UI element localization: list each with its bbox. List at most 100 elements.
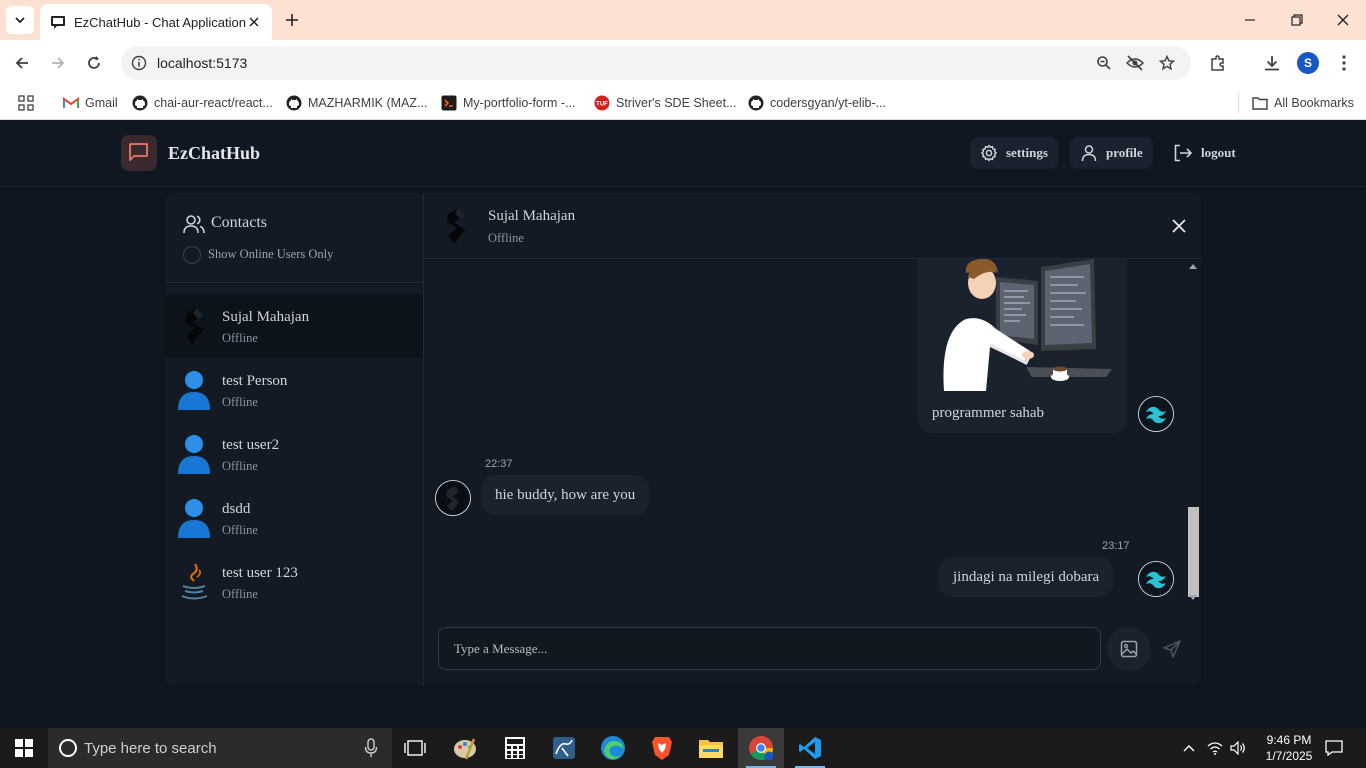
bookmark-striver-sheet[interactable]: TUF Striver's SDE Sheet... — [594, 93, 736, 113]
all-bookmarks-label: All Bookmarks — [1274, 96, 1354, 110]
chat-area: Sujal Mahajan Offline programmer sahab 2… — [424, 193, 1201, 685]
downloads-button[interactable] — [1261, 52, 1283, 74]
contact-item-test-user2[interactable]: test user2 Offline — [165, 422, 423, 486]
windows-taskbar: Type here to search 9:46 PM 1/7/2025 — [0, 728, 1366, 768]
bookmark-label: Striver's SDE Sheet... — [616, 96, 737, 110]
arrow-right-icon — [52, 57, 65, 69]
my-avatar — [1138, 396, 1174, 432]
taskbar-search[interactable]: Type here to search — [48, 728, 392, 768]
forward-button[interactable] — [46, 51, 70, 75]
taskbar-app-calculator[interactable] — [492, 728, 538, 768]
plus-icon — [286, 14, 298, 26]
bookmark-mazharmik[interactable]: MAZHARMIK (MAZ... — [286, 93, 427, 113]
info-icon[interactable] — [131, 55, 147, 71]
wifi-icon — [1207, 742, 1223, 755]
edge-browser-icon — [601, 736, 625, 760]
notifications-button[interactable] — [1320, 728, 1348, 768]
minimize-icon — [1245, 19, 1255, 21]
extensions-button[interactable] — [1207, 52, 1229, 74]
contact-item-test-user-123[interactable]: test user 123 Offline — [165, 550, 423, 614]
start-button[interactable] — [0, 728, 48, 768]
browser-tab[interactable]: EzChatHub - Chat Application — [40, 4, 272, 40]
settings-button[interactable]: settings — [970, 137, 1058, 169]
my-avatar — [1138, 561, 1174, 597]
contact-item-sujal-mahajan[interactable]: Sujal Mahajan Offline — [165, 294, 423, 358]
browser-menu-button[interactable] — [1333, 52, 1355, 74]
network-button[interactable] — [1204, 728, 1226, 768]
show-hidden-icons-button[interactable] — [1178, 728, 1200, 768]
clock-time: 9:46 PM — [1266, 733, 1312, 747]
volume-button[interactable] — [1227, 728, 1249, 768]
bookmark-portfolio-form[interactable]: My-portfolio-form -... — [441, 93, 576, 113]
bookmarks-bar: Gmail chai-aur-react/react... MAZHARMIK … — [0, 86, 1366, 120]
window-close-button[interactable] — [1333, 10, 1353, 30]
contacts-sidebar: Contacts Show Online Users Only Sujal Ma… — [165, 193, 424, 685]
taskbar-app-file-explorer[interactable] — [688, 728, 734, 768]
close-icon — [1337, 14, 1349, 26]
contact-item-test-person[interactable]: test Person Offline — [165, 358, 423, 422]
minimize-button[interactable] — [1240, 10, 1260, 30]
app-brand[interactable]: EzChatHub — [168, 143, 260, 164]
contact-item-dsdd[interactable]: dsdd Offline — [165, 486, 423, 550]
taskbar-app-mysql-workbench[interactable] — [541, 728, 587, 768]
programmer-illustration[interactable] — [926, 259, 1112, 391]
close-chat-button[interactable] — [1168, 215, 1190, 237]
message-composer — [424, 613, 1201, 685]
contact-status: Offline — [222, 395, 258, 409]
profile-button[interactable]: profile — [1070, 137, 1153, 169]
restore-button[interactable] — [1287, 10, 1307, 30]
taskbar-app-chrome[interactable] — [738, 728, 784, 768]
replit-icon — [441, 95, 457, 111]
send-button[interactable] — [1157, 627, 1187, 671]
default-user-avatar — [178, 371, 210, 410]
eye-off-icon — [1126, 55, 1144, 71]
taskbar-app-edge[interactable] — [590, 728, 636, 768]
message-input[interactable] — [438, 627, 1101, 670]
message-list[interactable]: programmer sahab 22:37 hie buddy, how ar… — [424, 259, 1201, 605]
taskbar-app-vscode[interactable] — [787, 728, 833, 768]
contact-status: Offline — [222, 523, 258, 537]
new-tab-button[interactable] — [282, 10, 302, 30]
system-clock[interactable]: 9:46 PM 1/7/2025 — [1258, 732, 1320, 764]
bookmark-label: codersgyan/yt-elib-... — [770, 96, 887, 110]
tracking-protection-button[interactable] — [1126, 54, 1144, 72]
bookmark-label: Gmail — [85, 96, 118, 110]
online-only-checkbox[interactable] — [183, 246, 201, 264]
address-bar[interactable]: localhost:5173 — [121, 46, 1191, 80]
zoom-button[interactable] — [1095, 54, 1113, 72]
chevron-up-icon — [1183, 745, 1195, 752]
back-button[interactable] — [10, 51, 34, 75]
bookmark-gmail[interactable]: Gmail — [63, 93, 118, 113]
tab-search-button[interactable] — [6, 6, 34, 34]
taskbar-app-brave[interactable] — [639, 728, 685, 768]
bookmark-codersgyan[interactable]: codersgyan/yt-elib-... — [748, 93, 886, 113]
tab-close-button[interactable] — [246, 14, 262, 30]
contact-status: Offline — [222, 587, 258, 601]
search-icon — [59, 739, 77, 757]
app-header: EzChatHub settings profile logout — [0, 121, 1366, 187]
attach-image-button[interactable] — [1107, 627, 1151, 671]
received-message-bubble: hie buddy, how are you — [481, 475, 650, 515]
logout-button[interactable]: logout — [1163, 137, 1246, 169]
app-logo[interactable] — [121, 135, 157, 171]
reload-button[interactable] — [82, 51, 106, 75]
send-icon — [1163, 640, 1181, 658]
task-view-button[interactable] — [392, 728, 438, 768]
browser-profile-avatar[interactable]: S — [1297, 52, 1319, 74]
message-scrollbar[interactable] — [1186, 259, 1200, 605]
all-bookmarks-button[interactable]: All Bookmarks — [1252, 93, 1354, 113]
bookmark-chai-aur-react[interactable]: chai-aur-react/react... — [132, 93, 273, 113]
default-user-avatar — [178, 435, 210, 474]
contact-status: Offline — [222, 331, 258, 345]
online-only-label[interactable]: Show Online Users Only — [208, 247, 333, 262]
taskbar-app-paint[interactable] — [442, 728, 488, 768]
bookmark-star-button[interactable] — [1158, 54, 1176, 72]
apps-button[interactable] — [18, 93, 34, 113]
scroll-up-arrow-icon[interactable] — [1189, 264, 1197, 269]
scroll-down-arrow-icon[interactable] — [1189, 595, 1197, 600]
scrollbar-thumb[interactable] — [1188, 507, 1199, 597]
kebab-menu-icon — [1342, 55, 1346, 71]
notification-icon — [1325, 740, 1343, 756]
chrome-browser-icon — [749, 736, 774, 761]
microphone-icon[interactable] — [364, 738, 378, 758]
